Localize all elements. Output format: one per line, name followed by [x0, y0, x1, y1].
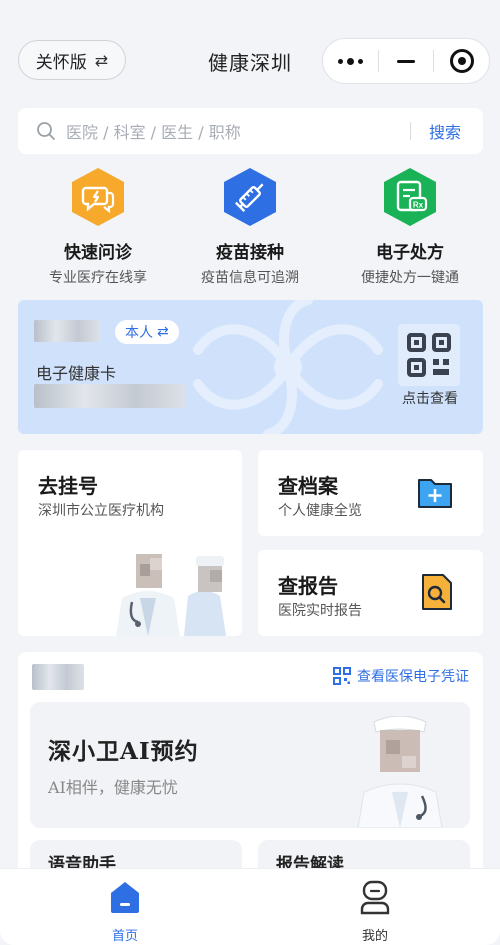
search-input[interactable]: 医院 / 科室 / 医生 / 职称	[66, 119, 410, 143]
search-divider	[409, 122, 411, 140]
service-title: 快速问诊	[64, 243, 132, 263]
qr-view-label: 点击查看	[402, 391, 458, 407]
ai-card-title: 深小卫AI预约	[48, 738, 199, 765]
section-title-masked	[32, 664, 84, 690]
tab-label: 首页	[111, 929, 138, 944]
service-subtitle: 疫苗信息可追溯	[201, 270, 299, 286]
mini-program-capsule	[322, 38, 490, 84]
doctors-illustration-icon	[116, 554, 226, 636]
syringe-icon	[224, 168, 276, 226]
tile-subtitle: 个人健康全览	[278, 503, 362, 519]
qr-code-icon	[333, 667, 351, 685]
identity-label: 本人	[125, 325, 153, 341]
health-card-label: 电子健康卡	[36, 364, 117, 383]
archive-tile[interactable]: 查档案 个人健康全览	[258, 450, 483, 536]
insurance-voucher-link[interactable]: 查看医保电子凭证	[333, 666, 469, 686]
more-dots-icon	[337, 57, 363, 65]
tile-title: 查报告	[278, 574, 338, 598]
e-health-card[interactable]: 本人 ⇄ 电子健康卡 点击查看	[18, 300, 483, 434]
app-screen: 关怀版 ⇄ 健康深圳 医院 / 科室 / 医生 / 职称 搜索 快速问诊 专业医…	[0, 0, 500, 945]
identity-switch-tag[interactable]: 本人 ⇄	[115, 320, 179, 344]
qr-code-button[interactable]	[398, 324, 460, 386]
minimize-button[interactable]	[379, 39, 434, 83]
tab-profile[interactable]: 我的	[315, 879, 435, 944]
service-subtitle: 专业医疗在线享	[49, 270, 147, 286]
service-title: 电子处方	[376, 243, 444, 263]
nurse-illustration-icon	[357, 716, 443, 828]
prescription-icon: Rx	[384, 168, 436, 226]
register-tile[interactable]: 去挂号 深圳市公立医疗机构	[18, 450, 242, 636]
home-icon	[111, 882, 139, 913]
top-bar: 关怀版 ⇄ 健康深圳	[0, 0, 500, 98]
consult-icon	[72, 168, 124, 226]
swap-icon: ⇄	[157, 324, 169, 340]
tile-title: 去挂号	[38, 474, 98, 498]
tab-home[interactable]: 首页	[65, 879, 185, 944]
service-subtitle: 便捷处方一键通	[361, 270, 459, 286]
service-title: 疫苗接种	[216, 243, 284, 263]
svg-text:Rx: Rx	[413, 201, 424, 210]
report-search-icon	[422, 574, 452, 610]
search-button[interactable]: 搜索	[429, 119, 461, 143]
card-pattern-icon	[193, 300, 383, 434]
folder-add-icon	[418, 479, 452, 508]
voucher-link-label: 查看医保电子凭证	[357, 669, 469, 685]
qr-code-icon	[407, 333, 451, 377]
search-bar[interactable]: 医院 / 科室 / 医生 / 职称 搜索	[18, 108, 483, 154]
ai-card-subtitle: AI相伴，健康无忧	[48, 778, 178, 797]
service-e-prescription[interactable]: Rx 电子处方 便捷处方一键通	[330, 166, 490, 287]
bottom-tab-bar: 首页 我的	[0, 868, 500, 945]
quick-services: 快速问诊 专业医疗在线享 疫苗接种 疫苗信息可追溯 Rx 电子处方 便捷处方一键…	[0, 166, 500, 286]
tile-subtitle: 深圳市公立医疗机构	[38, 503, 164, 519]
minimize-icon	[397, 59, 415, 63]
tile-title: 查档案	[278, 474, 338, 498]
profile-icon	[360, 880, 390, 915]
close-button[interactable]	[434, 39, 489, 83]
service-quick-consult[interactable]: 快速问诊 专业医疗在线享	[18, 166, 178, 287]
ai-appointment-card[interactable]: 深小卫AI预约 AI相伴，健康无忧	[30, 702, 470, 828]
more-button[interactable]	[323, 39, 378, 83]
report-tile[interactable]: 查报告 医院实时报告	[258, 550, 483, 636]
close-target-icon	[449, 49, 474, 73]
search-icon	[37, 122, 55, 140]
cardholder-name-masked	[34, 320, 100, 342]
service-vaccination[interactable]: 疫苗接种 疫苗信息可追溯	[170, 166, 330, 287]
tab-label: 我的	[361, 929, 388, 944]
tile-subtitle: 医院实时报告	[278, 603, 362, 619]
card-number-masked	[34, 384, 186, 408]
